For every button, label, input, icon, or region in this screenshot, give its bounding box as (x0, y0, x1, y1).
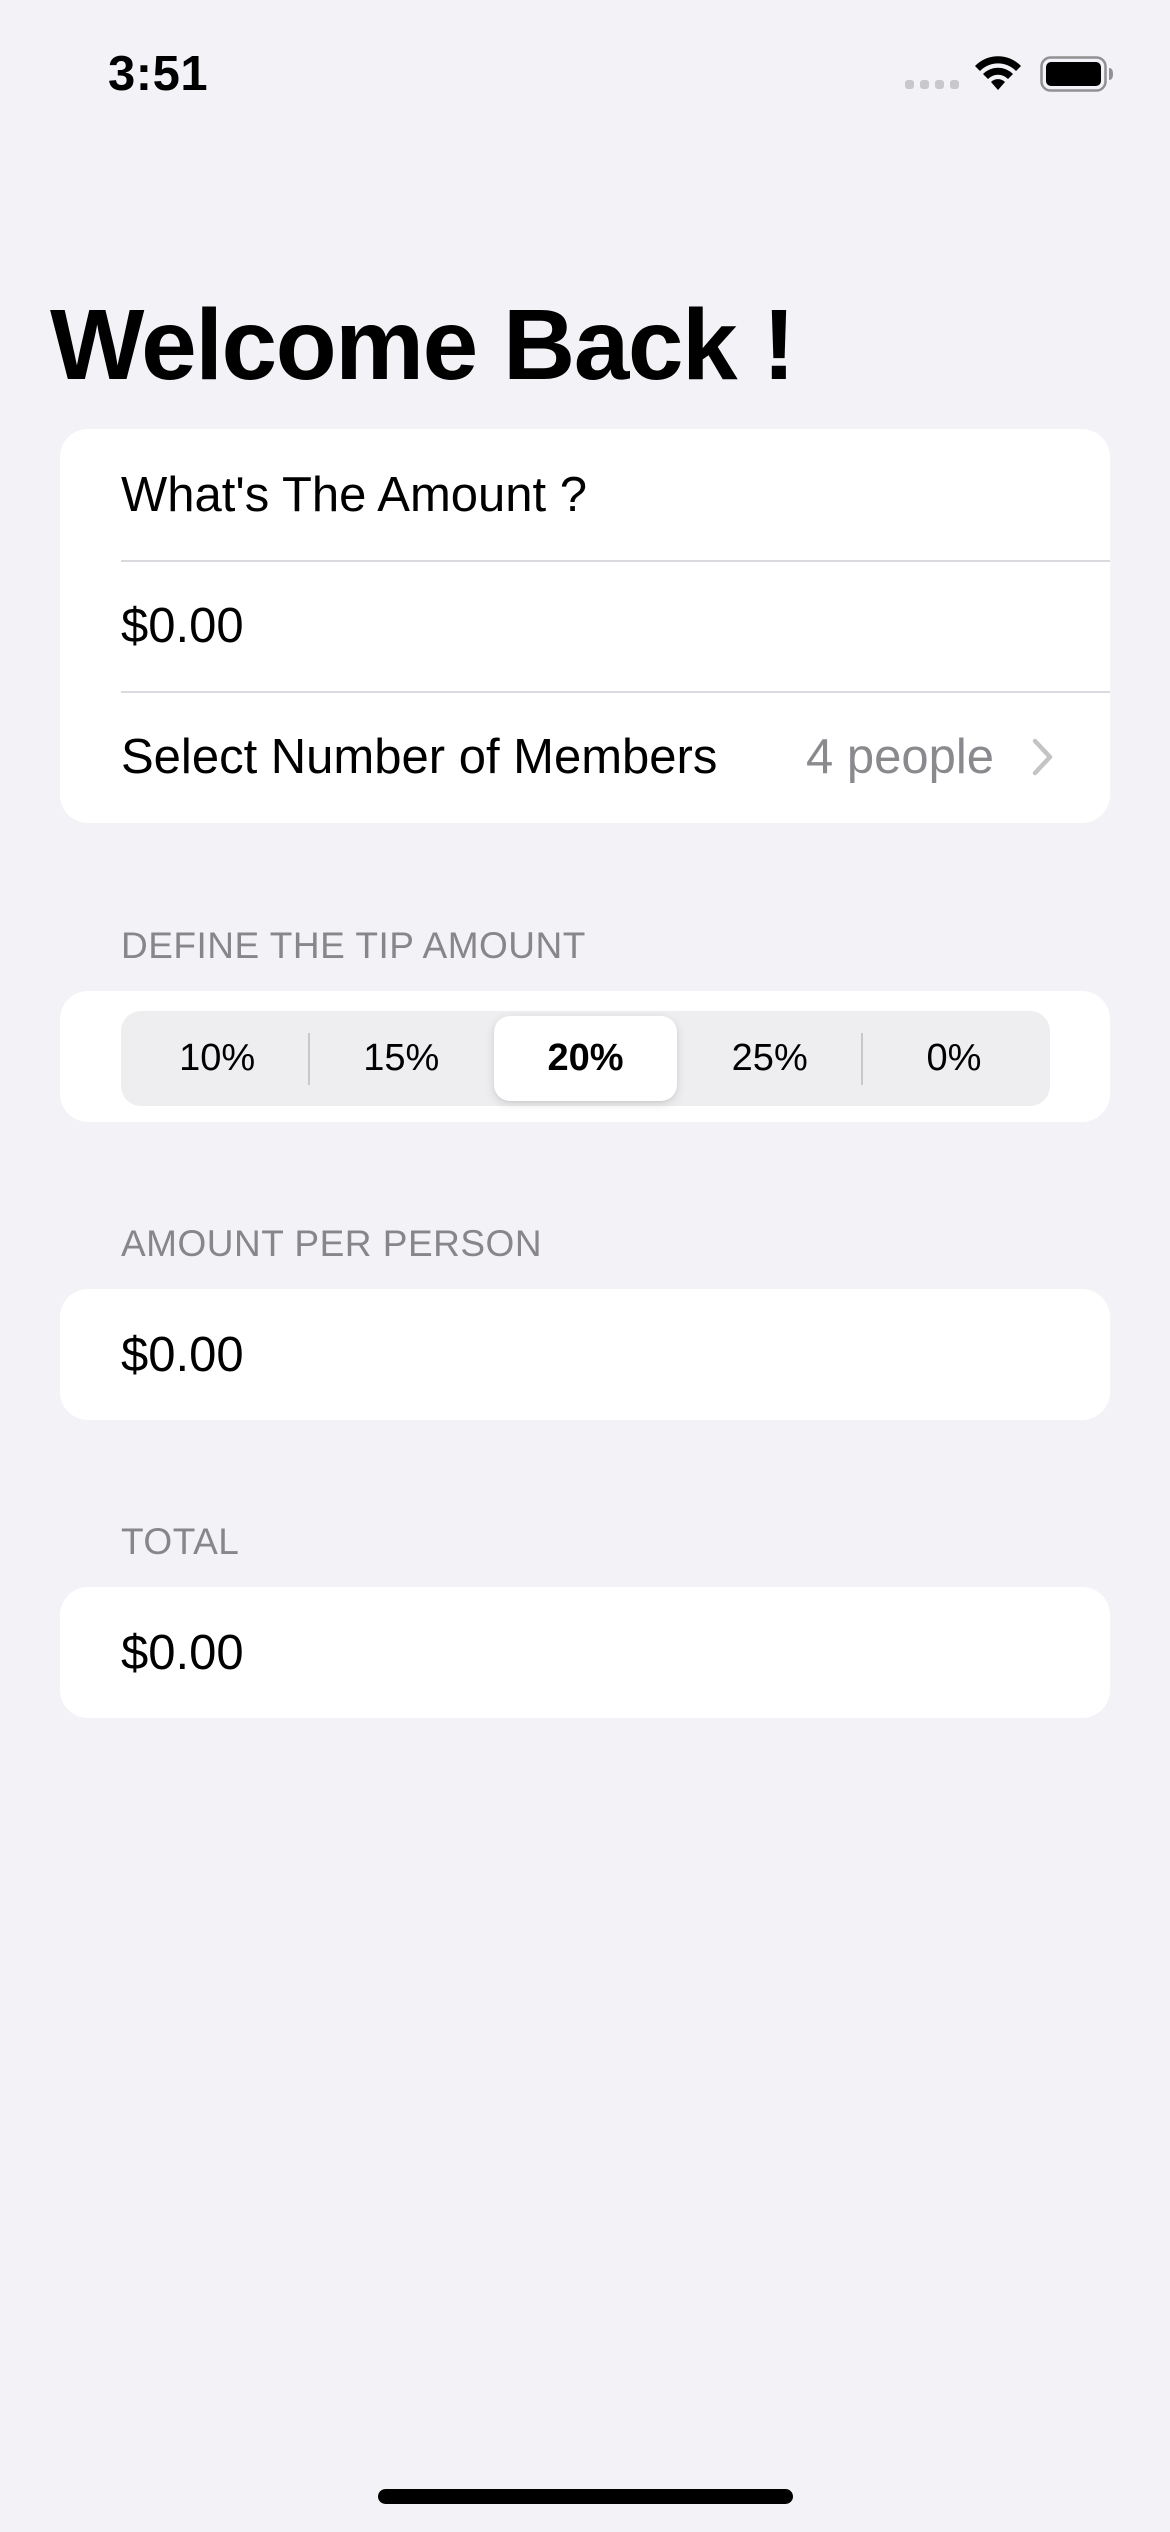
total-card: $0.00 (60, 1587, 1110, 1718)
tip-section-header: DEFINE THE TIP AMOUNT (121, 925, 586, 966)
per-person-section-header: AMOUNT PER PERSON (121, 1223, 543, 1264)
per-person-card: $0.00 (60, 1289, 1110, 1420)
tip-option-0[interactable]: 0% (863, 1016, 1045, 1101)
home-indicator (378, 2489, 793, 2504)
amount-header-row: What's The Amount ? (60, 429, 1110, 560)
tip-option-25[interactable]: 25% (679, 1016, 861, 1101)
total-value: $0.00 (121, 1625, 244, 1680)
page-title: Welcome Back ! (50, 289, 796, 401)
amount-input-row[interactable]: $0.00 (60, 560, 1110, 691)
tip-card: 10% 15% 20% 25% 0% (60, 991, 1110, 1122)
status-bar: 3:51 (0, 0, 1170, 150)
tip-option-10[interactable]: 10% (126, 1016, 308, 1101)
signal-icon (905, 80, 961, 90)
wifi-icon (975, 56, 1021, 90)
per-person-row: $0.00 (60, 1289, 1110, 1420)
tip-option-15[interactable]: 15% (310, 1016, 492, 1101)
total-section-header: TOTAL (121, 1521, 240, 1562)
per-person-value: $0.00 (121, 1327, 244, 1382)
amount-input[interactable]: $0.00 (121, 598, 244, 654)
amount-card: What's The Amount ? $0.00 Select Number … (60, 429, 1110, 823)
tip-segmented-control[interactable]: 10% 15% 20% 25% 0% (121, 1011, 1050, 1106)
status-time: 3:51 (108, 47, 209, 101)
amount-header-label: What's The Amount ? (121, 467, 588, 522)
members-value: 4 people (805, 729, 994, 784)
tip-option-20[interactable]: 20% (494, 1016, 677, 1101)
chevron-right-icon (1032, 738, 1053, 775)
battery-icon (1040, 56, 1113, 92)
members-picker-row[interactable]: Select Number of Members 4 people (60, 691, 1110, 822)
members-label: Select Number of Members (121, 729, 718, 784)
total-row: $0.00 (60, 1587, 1110, 1718)
